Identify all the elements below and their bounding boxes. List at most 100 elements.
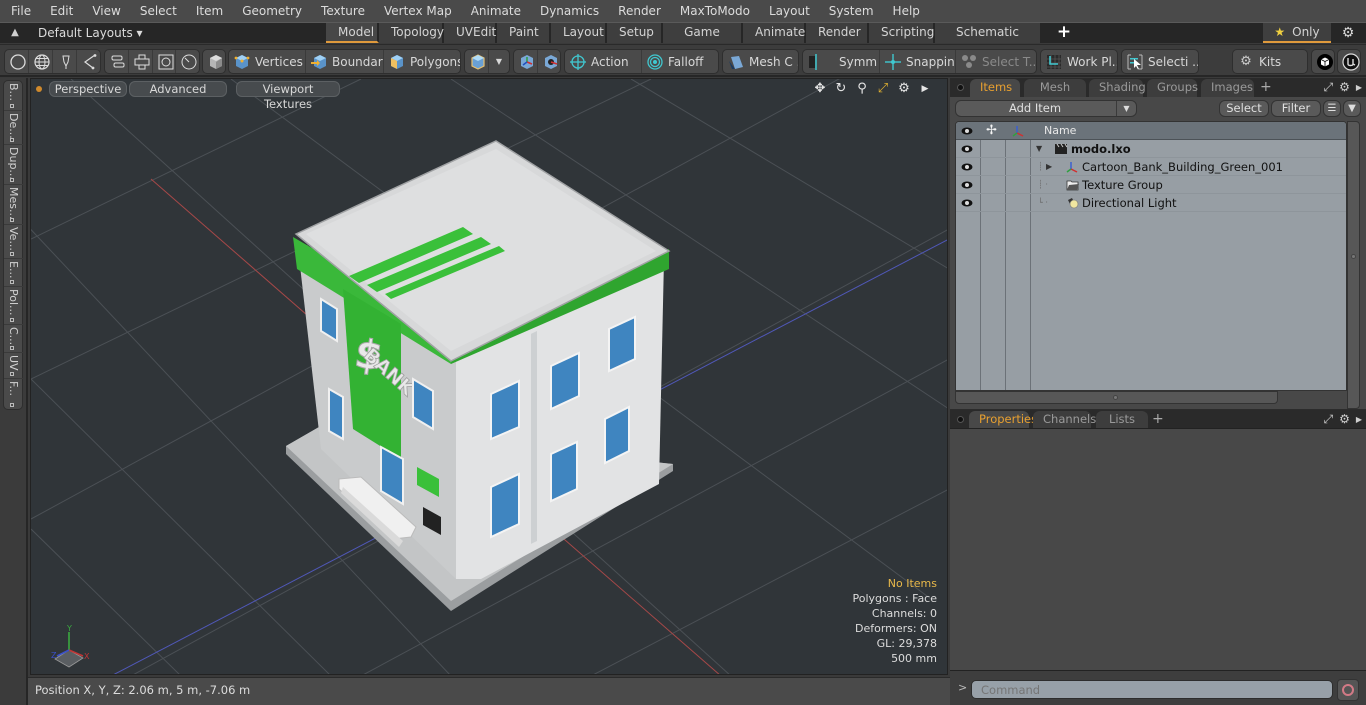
tab-game-tools[interactable]: Game Tools: [663, 23, 743, 58]
rotate-view-icon[interactable]: ↻: [833, 81, 849, 97]
falloff-button[interactable]: Falloff: [642, 50, 718, 73]
vtab-duplicate[interactable]: Dup...: [4, 145, 24, 185]
tab-schematic-fusion[interactable]: Schematic Fusion: [935, 23, 1042, 58]
visibility-eye-icon[interactable]: [961, 179, 973, 191]
view-mode-button[interactable]: Perspective: [49, 81, 127, 97]
curve-button[interactable]: [77, 50, 100, 73]
viewport-textures-button[interactable]: Viewport Textures: [236, 81, 340, 111]
expand-panel-icon[interactable]: ⤢: [1323, 79, 1333, 96]
panel-menu-dot[interactable]: [957, 416, 964, 423]
selection-sets-button[interactable]: Selecti ...: [1122, 50, 1198, 73]
vtab-vertex[interactable]: Ve...: [4, 225, 24, 259]
command-input[interactable]: [971, 680, 1333, 699]
expand-panel-icon[interactable]: ⤢: [1323, 411, 1333, 428]
filter-button[interactable]: Filter: [1271, 100, 1321, 117]
vtab-fusion[interactable]: F...: [4, 379, 24, 409]
expand-arrow-icon[interactable]: ▶: [1046, 158, 1052, 176]
item-mode-button[interactable]: [465, 50, 489, 73]
gear-icon[interactable]: ⚙: [1340, 25, 1356, 41]
panel-more-icon[interactable]: ▶: [1356, 79, 1362, 96]
menu-layout[interactable]: Layout: [758, 0, 818, 22]
menu-render[interactable]: Render: [607, 0, 669, 22]
vtab-deform[interactable]: De...: [4, 111, 24, 145]
menu-file[interactable]: File: [0, 0, 39, 22]
solid-cube-button[interactable]: [203, 50, 225, 73]
menu-texture[interactable]: Texture: [310, 0, 373, 22]
name-column-header[interactable]: Name: [1044, 124, 1076, 137]
menu-geometry[interactable]: Geometry: [231, 0, 310, 22]
tab-shading[interactable]: Shading: [1089, 79, 1146, 97]
vtab-curve[interactable]: C...: [4, 325, 24, 353]
tab-model[interactable]: Model: [326, 23, 379, 43]
menu-edit[interactable]: Edit: [39, 0, 81, 22]
modo-button[interactable]: [1312, 50, 1334, 73]
tree-row-mesh[interactable]: ┊ ▶ Cartoon_Bank_Building_Green_001: [956, 158, 1346, 176]
vtab-edge[interactable]: E...: [4, 259, 24, 287]
menu-select[interactable]: Select: [129, 0, 185, 22]
shading-mode-button[interactable]: Advanced: [129, 81, 227, 97]
menu-help[interactable]: Help: [882, 0, 928, 22]
snapping-button[interactable]: Snapping: [880, 50, 956, 73]
add-panel-tab-button[interactable]: +: [1260, 78, 1272, 96]
uv-unwrap-button[interactable]: [129, 50, 153, 73]
list-options-icon[interactable]: ☰: [1323, 100, 1341, 117]
menu-system[interactable]: System: [818, 0, 882, 22]
tab-paint[interactable]: Paint: [497, 23, 551, 43]
tab-layout[interactable]: Layout: [551, 23, 607, 43]
menu-dynamics[interactable]: Dynamics: [529, 0, 607, 22]
boundary-button[interactable]: Boundary: [306, 50, 384, 73]
vtab-mesh-edit[interactable]: Mes...: [4, 185, 24, 225]
tree-row-texture-group[interactable]: ┊ · Texture Group: [956, 176, 1346, 194]
tab-topology[interactable]: Topology: [379, 23, 444, 43]
panel-more-icon[interactable]: ▶: [1356, 411, 1362, 428]
vertices-button[interactable]: Vertices: [229, 50, 306, 73]
tab-render[interactable]: Render: [806, 23, 869, 43]
vtab-basic[interactable]: B...: [4, 81, 24, 111]
vtab-uv[interactable]: UV: [4, 353, 24, 379]
visibility-eye-icon[interactable]: [961, 143, 973, 155]
panel-gear-icon[interactable]: ⚙: [1339, 411, 1350, 428]
tab-images[interactable]: Images: [1201, 79, 1254, 97]
menu-view[interactable]: View: [81, 0, 128, 22]
item-mode-dropdown[interactable]: ▼: [489, 50, 509, 73]
scroll-grip[interactable]: [1351, 254, 1356, 259]
add-panel-tab-button[interactable]: +: [1152, 410, 1164, 428]
panel-gear-icon[interactable]: ⚙: [1339, 79, 1350, 96]
zoom-view-icon[interactable]: ⚲: [854, 81, 870, 97]
3d-viewport[interactable]: $ BANK Y X Z Perspective Advanced Viewpo…: [30, 78, 948, 675]
tab-setup[interactable]: Setup: [607, 23, 663, 43]
menu-maxtomodo[interactable]: MaxToModo: [669, 0, 758, 22]
mesh-constraint-button[interactable]: Mesh C ...: [723, 50, 798, 73]
layout-select[interactable]: Default Layouts ▾: [38, 23, 143, 43]
filter-funnel-icon[interactable]: ▼: [1343, 100, 1361, 117]
panel-menu-dot[interactable]: [957, 84, 964, 91]
frame-button[interactable]: [153, 50, 177, 73]
action-center-button[interactable]: Action...: [565, 50, 642, 73]
viewport-menu-dot[interactable]: [36, 86, 42, 92]
align-button[interactable]: [105, 50, 129, 73]
sphere-button[interactable]: [29, 50, 53, 73]
select-button[interactable]: Select: [1219, 100, 1269, 117]
tree-row-scene[interactable]: ▼ modo.lxo: [956, 140, 1346, 158]
viewport-gear-icon[interactable]: ⚙: [896, 81, 912, 97]
tab-uvedit[interactable]: UVEdit: [444, 23, 497, 43]
only-button[interactable]: ★ Only: [1263, 23, 1331, 43]
collapse-arrow-icon[interactable]: ▼: [1036, 140, 1042, 158]
visibility-eye-icon[interactable]: [961, 197, 973, 209]
visibility-eye-icon[interactable]: [961, 161, 973, 173]
kits-button[interactable]: ⚙ Kits: [1233, 50, 1307, 73]
tree-vertical-scrollbar[interactable]: [1347, 121, 1360, 409]
tab-animate[interactable]: Animate: [743, 23, 806, 43]
viewport-more-icon[interactable]: ▶: [917, 81, 933, 97]
maximize-view-icon[interactable]: ⤢: [875, 81, 891, 97]
layout-collapse-icon[interactable]: ▲: [8, 26, 22, 40]
menu-vertex-map[interactable]: Vertex Map: [373, 0, 460, 22]
menu-animate[interactable]: Animate: [460, 0, 529, 22]
dial-button[interactable]: [176, 50, 199, 73]
circle-select-button[interactable]: [5, 50, 29, 73]
pivot-button[interactable]: [514, 50, 538, 73]
work-plane-button[interactable]: Work Pl...: [1041, 50, 1117, 73]
tab-mesh-ops[interactable]: Mesh Ops: [1024, 79, 1086, 111]
vtab-polygon[interactable]: Pol...: [4, 287, 24, 325]
chevron-down-icon[interactable]: ▼: [1116, 101, 1136, 116]
